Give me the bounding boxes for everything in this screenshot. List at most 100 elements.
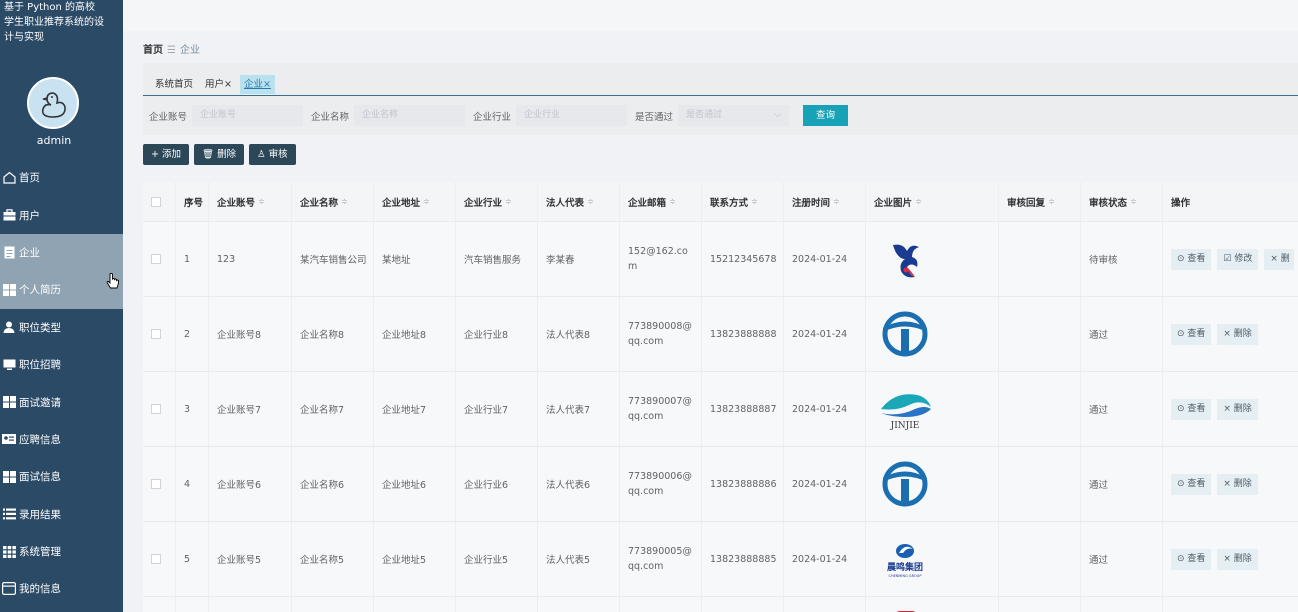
sidebar-item-label: 个人简历 [19, 284, 61, 297]
avatar[interactable] [27, 77, 79, 129]
cell-reply [999, 447, 1081, 521]
header-label: 企业账号 [217, 197, 256, 209]
cell-email: 773890007@qq.com [620, 372, 702, 446]
row-checkbox-cell [143, 372, 176, 446]
header-label: 审核回复 [1007, 197, 1046, 209]
header-image[interactable]: 企业图片 ≑ [866, 182, 999, 221]
person-icon [2, 321, 16, 334]
header-phone[interactable]: 联系方式 ≑ [702, 182, 784, 221]
add-button[interactable]: + 添加 [143, 144, 189, 165]
blue-t-logo[interactable] [874, 309, 936, 359]
view-button[interactable]: ⊙ 查看 [1171, 548, 1212, 570]
sort-icon[interactable]: ≑ [915, 197, 922, 206]
document-icon [2, 246, 16, 259]
cell-image [866, 597, 999, 612]
blue-t-logo[interactable] [874, 459, 936, 509]
sidebar-item-my-info[interactable]: 我的信息 [0, 570, 123, 607]
duck-icon [41, 92, 66, 118]
header-status[interactable]: 审核状态 ≑ [1081, 182, 1163, 221]
header-date[interactable]: 注册时间 ≑ [784, 182, 866, 221]
header-label: 企业图片 [874, 197, 913, 209]
view-button[interactable]: ⊙ 查看 [1171, 473, 1212, 495]
sort-icon[interactable]: ≑ [833, 197, 840, 206]
phoenix-logo[interactable] [874, 234, 936, 284]
select-all-checkbox[interactable] [151, 196, 161, 207]
sidebar-item-job-postings[interactable]: 职位招聘 [0, 346, 123, 383]
edit-button[interactable]: ☑ 修改 [1217, 248, 1259, 270]
header-industry[interactable]: 企业行业 ≑ [456, 182, 538, 221]
tab-system-home[interactable]: 系统首页 [151, 75, 197, 94]
cell-actions [1163, 597, 1294, 612]
header-name[interactable]: 企业名称 ≑ [292, 182, 374, 221]
tab-users[interactable]: 用户× [201, 75, 236, 94]
sidebar-item-applications[interactable]: 应聘信息 [0, 421, 123, 458]
cell-industry: 汽车销售服务 [456, 222, 538, 296]
header-account[interactable]: 企业账号 ≑ [209, 182, 292, 221]
sidebar-item-interview-invites[interactable]: 面试邀请 [0, 383, 123, 420]
sidebar-item-system-admin[interactable]: 系统管理 [0, 533, 123, 570]
cell-address: 企业地址5 [374, 522, 456, 596]
delete-row-button[interactable]: × 删 [1264, 248, 1294, 270]
sort-icon[interactable]: ≑ [751, 197, 758, 206]
sidebar-item-label: 首页 [19, 172, 40, 185]
grid-icon [2, 396, 16, 409]
row-checkbox[interactable] [151, 554, 161, 564]
account-filter-input[interactable]: 企业账号 [192, 105, 304, 126]
cell-industry: 企业行业8 [456, 297, 538, 371]
search-filters: 企业账号 企业账号 企业名称 企业名称 企业行业 企业行业 是否通过 是否通过 … [149, 105, 849, 126]
home-icon [2, 171, 16, 184]
name-filter-input[interactable]: 企业名称 [354, 105, 466, 126]
sidebar-item-resume[interactable]: 个人简历 [0, 271, 123, 309]
sidebar-item-hiring-results[interactable]: 录用结果 [0, 496, 123, 533]
cell-reply [999, 372, 1081, 446]
chenming-logo[interactable]: 晨鸣集团 CHENMING GROUP [874, 534, 936, 584]
approved-filter-select[interactable]: 是否通过 ⌵ [678, 105, 790, 126]
sidebar-item-job-types[interactable]: 职位类型 [0, 309, 123, 346]
delete-row-button[interactable]: × 删除 [1217, 323, 1258, 345]
sidebar-item-company[interactable]: 企业 [0, 233, 123, 272]
header-reply[interactable]: 审核回复 ≑ [999, 182, 1081, 221]
sidebar-item-users[interactable]: 用户 [0, 196, 123, 233]
delete-button[interactable]: 🗑 删除 [193, 144, 245, 165]
sort-icon[interactable]: ≑ [587, 197, 594, 206]
sidebar-item-interview-info[interactable]: 面试信息 [0, 458, 123, 495]
view-button[interactable]: ⊙ 查看 [1171, 323, 1212, 345]
header-address[interactable]: 企业地址 ≑ [374, 182, 456, 221]
tab-company[interactable]: 企业× [239, 75, 275, 94]
header-email[interactable]: 企业邮箱 ≑ [620, 182, 702, 221]
cell-index [176, 597, 209, 612]
cell-email: 773890008@qq.com [620, 297, 702, 371]
sort-icon[interactable]: ≑ [423, 197, 430, 206]
sidebar-item-home[interactable]: 首页 [0, 159, 123, 196]
cell-status: 通过 [1081, 522, 1163, 596]
sort-icon[interactable]: ≑ [341, 197, 348, 206]
delete-row-button[interactable]: × 删除 [1217, 398, 1258, 420]
header-label: 审核状态 [1089, 197, 1128, 209]
cell-industry: 企业行业5 [456, 522, 538, 596]
audit-button[interactable]: ♙ 审核 [249, 144, 296, 165]
id-card-icon [2, 433, 16, 446]
row-checkbox[interactable] [151, 404, 161, 414]
cell-date [784, 597, 866, 612]
row-checkbox[interactable] [151, 254, 161, 264]
window-icon [2, 582, 16, 596]
row-checkbox[interactable] [151, 329, 161, 339]
view-button[interactable]: ⊙ 查看 [1171, 398, 1212, 420]
grid-icon [2, 283, 16, 296]
cell-reply [999, 522, 1081, 596]
header-legal[interactable]: 法人代表 ≑ [538, 182, 620, 221]
jinjie-logo[interactable]: JINJIE [874, 384, 936, 434]
breadcrumb-home[interactable]: 首页 [143, 45, 163, 56]
industry-filter-input[interactable]: 企业行业 [516, 105, 628, 126]
cell-name: 企业名称7 [292, 372, 374, 446]
sort-icon[interactable]: ≑ [669, 197, 676, 206]
view-button[interactable]: ⊙ 查看 [1171, 248, 1212, 270]
query-button[interactable]: 查询 [803, 105, 849, 126]
sort-icon[interactable]: ≑ [258, 197, 265, 206]
row-checkbox[interactable] [151, 479, 161, 489]
sort-icon[interactable]: ≑ [505, 197, 512, 206]
delete-row-button[interactable]: × 删除 [1217, 548, 1258, 570]
sort-icon[interactable]: ≑ [1130, 197, 1137, 206]
sort-icon[interactable]: ≑ [1048, 197, 1055, 206]
delete-row-button[interactable]: × 删除 [1217, 473, 1258, 495]
